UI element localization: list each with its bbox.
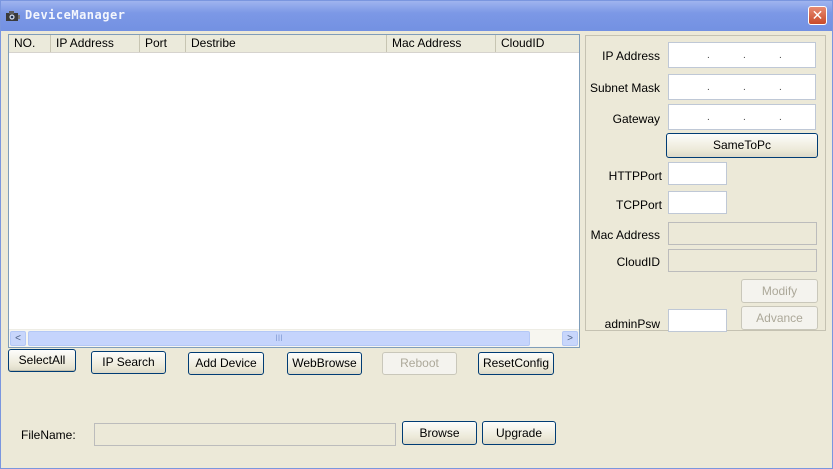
ip-address-label: IP Address <box>602 49 660 63</box>
admin-psw-field[interactable] <box>668 309 727 332</box>
reboot-button[interactable]: Reboot <box>382 352 457 375</box>
select-all-button[interactable]: SelectAll <box>8 349 76 372</box>
same-to-pc-button[interactable]: SameToPc <box>666 133 818 158</box>
mac-address-label: Mac Address <box>590 228 660 242</box>
gateway-field[interactable]: . . . <box>668 104 816 130</box>
ip-dot: . <box>779 50 782 61</box>
device-list-header: NO. IP Address Port Destribe Mac Address… <box>9 35 579 53</box>
column-header-mac-address[interactable]: Mac Address <box>387 35 496 52</box>
client-area: NO. IP Address Port Destribe Mac Address… <box>3 31 832 468</box>
window-title: DeviceManager <box>25 8 126 22</box>
ip-dot: . <box>743 82 746 93</box>
config-panel: IP Address . . . Subnet Mask . . . Gatew… <box>585 35 826 332</box>
cloud-id-label: CloudID <box>616 255 660 269</box>
close-icon: ✕ <box>811 7 824 23</box>
ip-dot: . <box>779 112 782 123</box>
ip-dot: . <box>743 112 746 123</box>
browse-button[interactable]: Browse <box>402 421 477 445</box>
ip-dot: . <box>707 82 710 93</box>
scroll-left-button[interactable]: < <box>10 331 26 346</box>
mac-address-field[interactable] <box>668 222 817 245</box>
chevron-left-icon: < <box>15 333 21 344</box>
reset-config-button[interactable]: ResetConfig <box>478 352 554 375</box>
ip-search-button[interactable]: IP Search <box>91 351 166 374</box>
gateway-label: Gateway <box>612 112 660 126</box>
scroll-thumb[interactable]: III <box>28 331 530 346</box>
ip-dot: . <box>779 82 782 93</box>
web-browse-button[interactable]: WebBrowse <box>287 352 362 375</box>
upgrade-button[interactable]: Upgrade <box>482 421 556 445</box>
ip-dot: . <box>743 50 746 61</box>
subnet-mask-label: Subnet Mask <box>589 81 660 95</box>
ip-address-field[interactable]: . . . <box>668 42 816 68</box>
grip-icon: III <box>275 333 283 343</box>
subnet-mask-field[interactable]: . . . <box>668 74 816 100</box>
camera-icon <box>6 11 20 21</box>
close-button[interactable]: ✕ <box>808 6 827 25</box>
add-device-button[interactable]: Add Device <box>188 352 264 375</box>
column-header-ip-address[interactable]: IP Address <box>51 35 140 52</box>
tcp-port-field[interactable] <box>668 191 727 214</box>
file-name-field[interactable] <box>94 423 396 446</box>
column-header-port[interactable]: Port <box>140 35 186 52</box>
http-port-label: HTTPPort <box>608 169 662 183</box>
column-header-no[interactable]: NO. <box>9 35 51 52</box>
modify-button[interactable]: Modify <box>741 279 818 303</box>
scroll-right-button[interactable]: > <box>562 331 578 346</box>
http-port-field[interactable] <box>668 162 727 185</box>
admin-psw-label: adminPsw <box>604 317 660 331</box>
device-manager-window: DeviceManager ✕ NO. IP Address Port Dest… <box>0 0 833 469</box>
column-header-cloud-id[interactable]: CloudID <box>496 35 579 52</box>
tcp-port-label: TCPPort <box>615 198 662 212</box>
title-bar[interactable]: DeviceManager ✕ <box>1 1 832 31</box>
chevron-right-icon: > <box>567 333 573 344</box>
file-name-label: FileName: <box>21 428 76 442</box>
cloud-id-field[interactable] <box>668 249 817 272</box>
ip-dot: . <box>707 112 710 123</box>
column-header-describe[interactable]: Destribe <box>186 35 387 52</box>
horizontal-scrollbar[interactable]: < III > <box>9 329 579 347</box>
advance-button[interactable]: Advance <box>741 306 818 330</box>
ip-dot: . <box>707 50 710 61</box>
device-list[interactable]: NO. IP Address Port Destribe Mac Address… <box>8 34 580 348</box>
